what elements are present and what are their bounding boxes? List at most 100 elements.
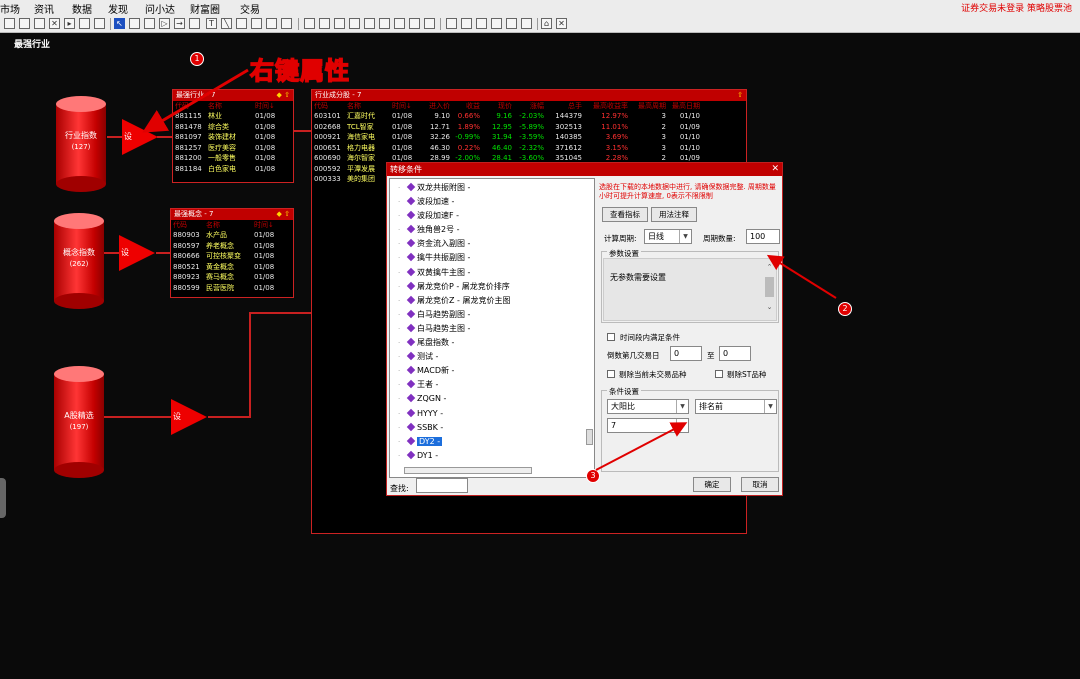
step-icon[interactable] (79, 18, 90, 29)
back-icon[interactable] (506, 18, 517, 29)
table-row[interactable]: 880597 养老概念 01/08 (173, 241, 293, 252)
menu-discover[interactable]: 发现 (108, 1, 128, 16)
tree-item[interactable]: · 双龙共振附图 - (390, 181, 594, 195)
table-row[interactable]: 881115 林业 01/08 (175, 111, 293, 122)
column-header[interactable]: 代码 (175, 101, 208, 111)
column-header[interactable]: 收益 (450, 101, 480, 111)
open-file-icon[interactable] (19, 18, 30, 29)
group-icon[interactable] (521, 18, 532, 29)
tree-item[interactable]: · 白马趋势副图 - (390, 308, 594, 322)
menu-ask[interactable]: 问小达 (145, 1, 175, 16)
tree-item[interactable]: · 测试 - (390, 350, 594, 364)
remove-untraded-checkbox[interactable] (607, 370, 615, 378)
same-size-icon[interactable] (424, 18, 435, 29)
align-bottom-icon[interactable] (379, 18, 390, 29)
stop-icon[interactable] (94, 18, 105, 29)
line-icon[interactable]: ╲ (221, 18, 232, 29)
column-header[interactable]: 名称 (206, 220, 254, 230)
find-input[interactable] (416, 478, 468, 493)
rank-select[interactable]: 排名前 ▼ (695, 399, 777, 414)
column-header[interactable]: 代码 (314, 101, 347, 111)
home-icon[interactable]: ⌂ (541, 18, 552, 29)
recent-from-input[interactable]: 0 (670, 346, 702, 361)
tree-hscrollbar[interactable] (404, 467, 532, 474)
grid-icon[interactable] (476, 18, 487, 29)
tree-item[interactable]: · 王者 - (390, 378, 594, 392)
menu-news[interactable]: 资讯 (34, 1, 54, 16)
table-row[interactable]: 603101 汇嘉时代 01/08 9.10 0.66% 9.16 -2.03% 144379… (314, 111, 746, 122)
table-row[interactable]: 002668 TCL智家 01/08 12.71 1.89% 12.95 -5.89% 302… (314, 122, 746, 133)
ellipse-icon[interactable] (266, 18, 277, 29)
panel-strongest-industry[interactable]: 最强行业 - 7 ◆ ⇧ 代码 名称 时间↓ 881115 林业 01/08 881478 综合… (172, 89, 294, 183)
column-header[interactable]: 涨幅 (512, 101, 544, 111)
status-right[interactable]: 证券交易未登录 策略股票池 (961, 1, 1072, 14)
arrow-icon[interactable]: → (174, 18, 185, 29)
menu-market[interactable]: 市场 (0, 1, 20, 16)
align-center-icon[interactable] (319, 18, 330, 29)
rect-icon[interactable] (236, 18, 247, 29)
condition-select[interactable]: 大阳比 ▼ (607, 399, 689, 414)
count-input[interactable]: 100 (746, 229, 780, 244)
column-header[interactable]: 最高收益率 (582, 101, 628, 111)
table-row[interactable]: 881478 综合类 01/08 (175, 122, 293, 133)
table-row[interactable]: 881257 医疗美容 01/08 (175, 143, 293, 154)
column-header[interactable]: 名称 (347, 101, 392, 111)
circle-icon[interactable] (281, 18, 292, 29)
side-panel-handle[interactable] (0, 478, 6, 518)
usage-note-button[interactable]: 用法注释 (651, 207, 697, 222)
panel-controls-icon[interactable]: ⇧ (737, 90, 743, 101)
table-row[interactable]: 880521 黄金概念 01/08 (173, 262, 293, 273)
new-file-icon[interactable] (4, 18, 15, 29)
text-icon[interactable]: T (206, 18, 217, 29)
tree-item[interactable]: · MACD新 - (390, 364, 594, 378)
same-height-icon[interactable] (409, 18, 420, 29)
align-top-icon[interactable] (349, 18, 360, 29)
cancel-button[interactable]: 取消 (741, 477, 779, 492)
tree-item[interactable]: · ZQGN - (390, 392, 594, 406)
column-header[interactable]: 最高周期 (628, 101, 666, 111)
menu-community[interactable]: 财富圈 (190, 1, 220, 16)
align-middle-icon[interactable] (364, 18, 375, 29)
table-row[interactable]: 881200 一般零售 01/08 (175, 153, 293, 164)
pointer-icon[interactable]: ↖ (114, 18, 125, 29)
table-row[interactable]: 880903 水产品 01/08 (173, 230, 293, 241)
indicator-tree[interactable]: · 双龙共振附图 - · 波段加速 - · 波段加速F - · 独角兽2号 - · 资金流入副图 … (389, 178, 595, 478)
period-select[interactable]: 日线 ▼ (644, 229, 692, 244)
distribute-v-icon[interactable] (461, 18, 472, 29)
same-width-icon[interactable] (394, 18, 405, 29)
tree-scrollbar[interactable] (586, 429, 593, 445)
tree-item[interactable]: · HYYY - (390, 407, 594, 421)
transfer-condition-dialog[interactable]: 转移条件 ✕ · 双龙共振附图 - · 波段加速 - · 波段加速F - · 独角兽2号 - · 资… (386, 162, 783, 496)
triangle-icon[interactable]: ▷ (159, 18, 170, 29)
time-range-checkbox[interactable] (607, 333, 615, 341)
tree-item[interactable]: · SSBK - (390, 421, 594, 435)
cylinder-icon[interactable] (129, 18, 140, 29)
tree-item[interactable]: · 双黄擒牛主图 - (390, 266, 594, 280)
table-row[interactable]: 880599 民营医院 01/08 (173, 283, 293, 294)
tree-item[interactable]: · 资金流入副图 - (390, 237, 594, 251)
panel-strongest-concept[interactable]: 最强概念 - 7 ◆ ⇧ 代码 名称 时间↓ 880903 水产品 01/08 880597 养… (170, 208, 294, 298)
recent-to-input[interactable]: 0 (719, 346, 751, 361)
table-row[interactable]: 881097 装饰建材 01/08 (175, 132, 293, 143)
cylinder-a-share-select[interactable]: A股精选 (197) (54, 366, 104, 478)
tree-item[interactable]: · 波段加速 - (390, 195, 594, 209)
table-row[interactable]: 000921 海信家电 01/08 32.26 -0.99% 31.94 -3.59% 140… (314, 132, 746, 143)
table-icon[interactable] (144, 18, 155, 29)
tree-item[interactable]: · 屠龙竞价Z - 屠龙竞价主图 (390, 294, 594, 308)
close-icon[interactable]: ✕ (556, 18, 567, 29)
column-header[interactable]: 进入价 (418, 101, 450, 111)
tree-item[interactable]: · 白马趋势主图 - (390, 322, 594, 336)
ok-button[interactable]: 确定 (693, 477, 731, 492)
table-row[interactable]: 000651 格力电器 01/08 46.30 0.22% 46.40 -2.32% 3716… (314, 143, 746, 154)
panel-controls-icon[interactable]: ◆ ⇧ (277, 209, 290, 220)
column-header[interactable]: 现价 (480, 101, 512, 111)
panel-controls-icon[interactable]: ◆ ⇧ (277, 90, 290, 101)
front-icon[interactable] (491, 18, 502, 29)
tree-item[interactable]: · 尾盘指数 - (390, 336, 594, 350)
column-header[interactable]: 时间↓ (392, 101, 418, 111)
round-rect-icon[interactable] (251, 18, 262, 29)
tree-item[interactable]: · 独角兽2号 - (390, 223, 594, 237)
table-row[interactable]: 880666 可控核聚变 01/08 (173, 251, 293, 262)
menu-data[interactable]: 数据 (72, 1, 92, 16)
distribute-h-icon[interactable] (446, 18, 457, 29)
